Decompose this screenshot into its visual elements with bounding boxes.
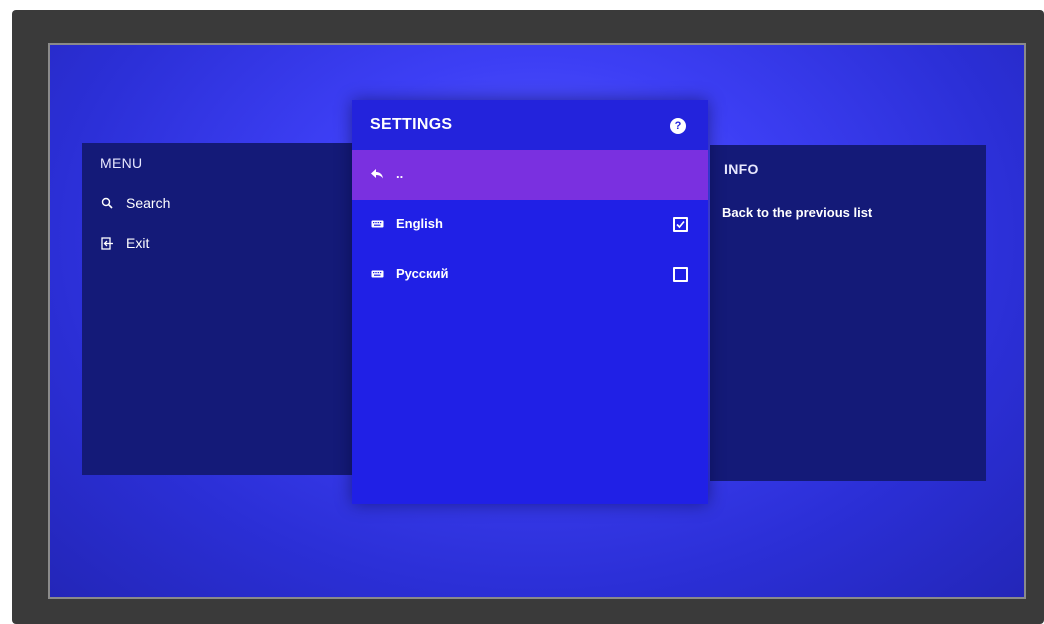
info-title: INFO xyxy=(724,161,759,177)
back-item-label: .. xyxy=(396,166,404,181)
settings-header: SETTINGS ? xyxy=(352,100,708,150)
exit-icon xyxy=(100,236,114,250)
info-description: Back to the previous list xyxy=(722,205,873,220)
checkbox-russian-unchecked[interactable] xyxy=(673,267,688,282)
keyboard-icon xyxy=(370,217,384,231)
settings-panel: SETTINGS ? .. English Русский xyxy=(352,100,708,504)
language-label-russian: Русский xyxy=(396,266,449,281)
menu-item-exit-label: Exit xyxy=(126,235,150,251)
language-label-english: English xyxy=(396,216,443,231)
menu-panel: MENU Search Exit xyxy=(82,143,354,475)
back-arrow-icon xyxy=(370,167,384,181)
search-icon xyxy=(100,196,114,210)
menu-item-exit[interactable]: Exit xyxy=(100,235,149,251)
menu-item-search[interactable]: Search xyxy=(100,195,170,211)
menu-title: MENU xyxy=(100,155,143,171)
tv-screen: MENU Search Exit INFO Back to the previo… xyxy=(48,43,1026,599)
menu-item-search-label: Search xyxy=(126,195,171,211)
keyboard-icon xyxy=(370,267,384,281)
checkbox-english-checked[interactable] xyxy=(673,217,688,232)
info-panel: INFO Back to the previous list xyxy=(710,145,986,481)
settings-title: SETTINGS xyxy=(370,116,453,133)
language-item-english[interactable]: English xyxy=(352,200,708,250)
language-item-russian[interactable]: Русский xyxy=(352,250,708,300)
help-icon[interactable]: ? xyxy=(670,118,686,134)
back-item[interactable]: .. xyxy=(352,150,708,200)
